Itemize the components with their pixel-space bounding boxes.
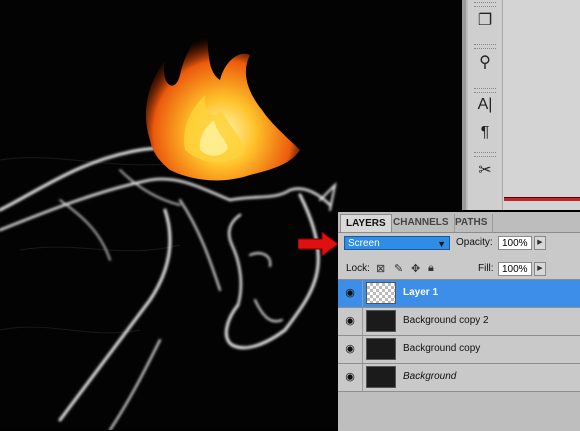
link-column [362,364,363,391]
link-column [362,280,363,307]
blend-mode-value: Screen [348,238,380,249]
opacity-field[interactable]: 100% [498,236,532,250]
layer-row[interactable]: ◉ Layer 1 [338,280,580,308]
panel-grip[interactable] [474,152,496,157]
layer-thumbnail [366,366,396,388]
collapsed-panel-strip: ❐ ⚲ A| ¶ ✂ [468,0,503,210]
red-arrow-icon [298,232,339,256]
paragraph-icon: ¶ [480,124,490,141]
lock-position-icon[interactable]: ✥ [411,262,420,275]
3d-object-icon: ⚲ [479,54,491,71]
fill-slider-arrow[interactable]: ▶ [534,262,546,276]
eye-icon[interactable]: ◉ [342,341,358,357]
tool-paragraph[interactable]: ¶ [468,114,502,154]
eye-icon[interactable]: ◉ [342,313,358,329]
panel-grip[interactable] [474,88,496,93]
fill-label: Fill: [478,263,494,274]
tab-channels[interactable]: CHANNELS [388,214,455,232]
eye-icon[interactable]: ◉ [342,285,358,301]
eye-icon[interactable]: ◉ [342,369,358,385]
tool-presets-icon: ✂ [478,162,492,179]
layer-row[interactable]: ◉ Background [338,364,580,392]
layer-name[interactable]: Layer 1 [403,287,438,298]
link-column [362,308,363,335]
chevron-down-icon: ▼ [437,239,446,249]
tab-layers[interactable]: LAYERS [340,214,392,232]
lock-image-pixels-icon[interactable]: ✎ [394,262,403,275]
panel-header-red [504,197,580,201]
tool-presets[interactable]: ✂ [468,150,502,190]
link-column [362,336,363,363]
layer-thumbnail [366,310,396,332]
tab-paths[interactable]: PATHS [450,214,494,232]
blend-mode-select[interactable]: Screen ▼ [344,236,450,250]
layer-name[interactable]: Background copy 2 [403,315,489,326]
layer-row[interactable]: ◉ Background copy [338,336,580,364]
lock-label: Lock: [346,263,370,274]
lock-all-icon[interactable]: 🔒︎ [428,262,434,275]
panel-grip[interactable] [474,2,496,7]
panel-grip[interactable] [474,44,496,49]
tool-history-brush[interactable]: ❐ [468,0,502,40]
layer-row[interactable]: ◉ Background copy 2 [338,308,580,336]
opacity-slider-arrow[interactable]: ▶ [534,236,546,250]
layer-name[interactable]: Background copy [403,343,480,354]
tool-3d-object[interactable]: ⚲ [468,42,502,82]
character-icon: A| [477,96,493,113]
fill-field[interactable]: 100% [498,262,532,276]
layer-thumbnail [366,282,396,304]
history-brush-icon: ❐ [477,12,493,29]
panel-tab-bar: LAYERS CHANNELS PATHS [338,212,580,233]
layer-name[interactable]: Background [403,371,456,382]
layer-thumbnail [366,338,396,360]
opacity-label: Opacity: [456,237,493,248]
lock-transparent-pixels-icon[interactable]: ⊠ [376,262,385,275]
layers-list: ◉ Layer 1 ◉ Background copy 2 ◉ Backgrou… [338,279,580,431]
layers-panel: LAYERS CHANNELS PATHS Screen ▼ Opacity: … [338,212,580,431]
